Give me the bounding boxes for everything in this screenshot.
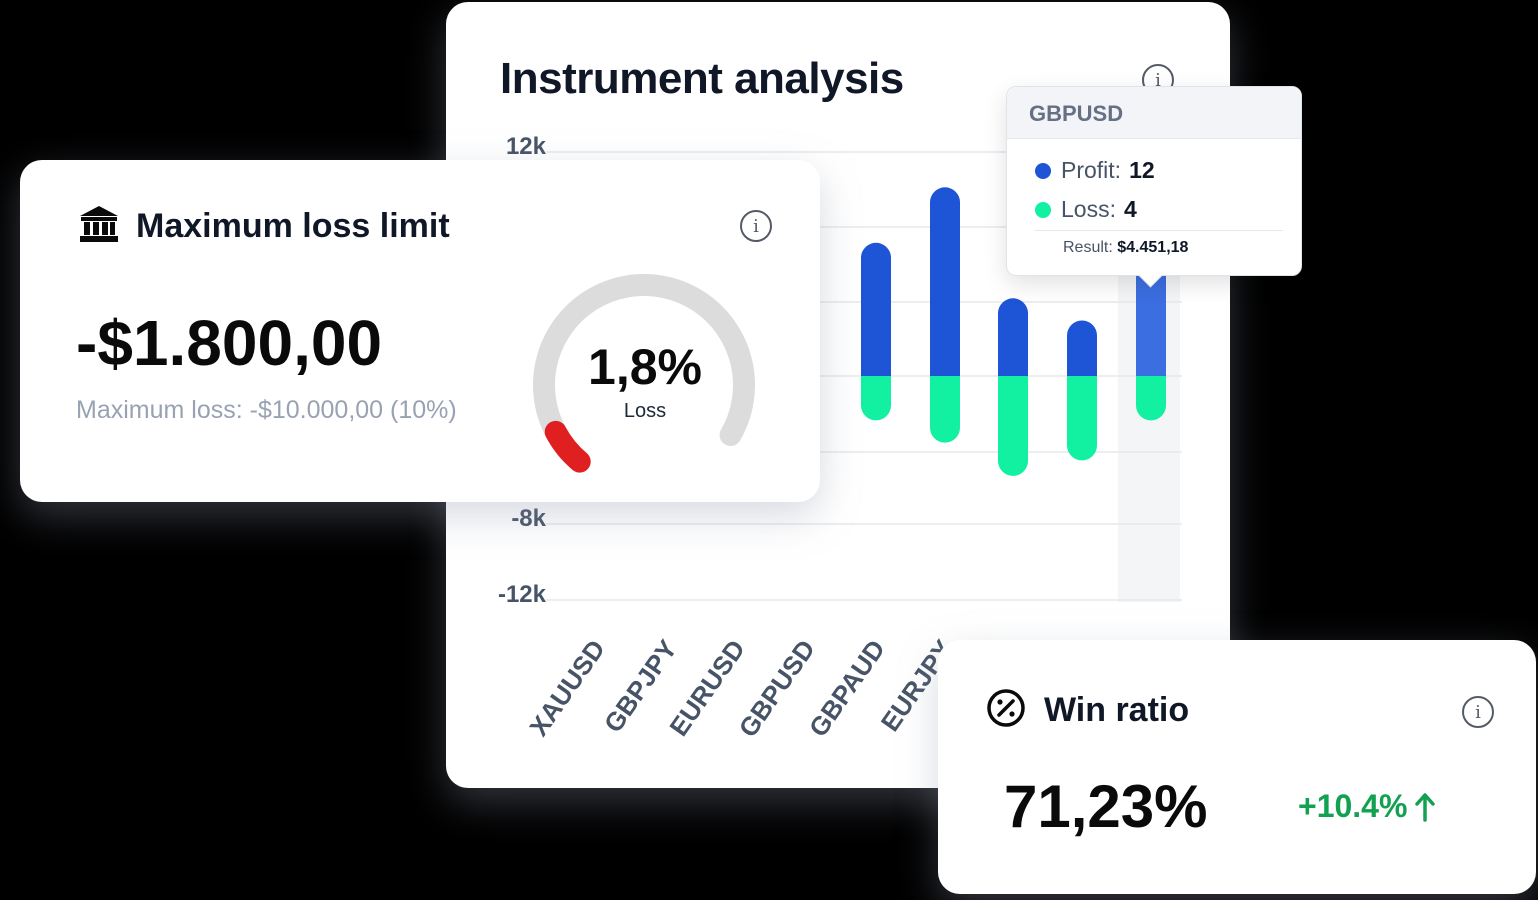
tooltip-result-value: $4.451,18 (1117, 239, 1189, 256)
y-tick-label: 12k (506, 133, 547, 160)
tooltip-loss-value: 4 (1123, 196, 1137, 222)
loss-gauge (533, 274, 755, 473)
gauge-value: 1,8% (588, 339, 702, 395)
tooltip-result: Result: $4.451,18 (1063, 239, 1188, 257)
profit-bar[interactable] (930, 187, 960, 376)
gauge-fill (544, 420, 591, 473)
tooltip-profit-value: 12 (1129, 157, 1155, 183)
maximum-loss-card: Maximum loss limit i -$1.800,00 Maximum … (20, 160, 820, 502)
win-ratio-change-text: +10.4% (1298, 788, 1408, 824)
info-icon[interactable]: i (1462, 696, 1494, 728)
gauge-label: Loss (623, 400, 667, 422)
win-ratio-change: +10.4% (1298, 788, 1436, 825)
tooltip-title: GBPUSD (1007, 87, 1301, 139)
x-tick-label: XAUUSD (523, 634, 611, 741)
tooltip-result-label: Result: (1063, 239, 1113, 256)
profit-bar[interactable] (998, 298, 1028, 376)
tooltip-loss-row: Loss: 4 (1035, 196, 1137, 223)
loss-bar[interactable] (998, 376, 1028, 476)
win-ratio-value: 71,23% (1004, 773, 1208, 840)
profit-bar[interactable] (861, 242, 891, 376)
tooltip-profit-row: Profit: 12 (1035, 157, 1155, 184)
tooltip-loss-label: Loss: (1061, 196, 1116, 222)
tooltip-divider (1035, 230, 1283, 231)
tooltip-profit-label: Profit: (1061, 157, 1122, 183)
win-ratio-card: Win ratio i 71,23% +10.4% (938, 640, 1536, 894)
chart-tooltip: GBPUSD Profit: 12 Loss: 4 Result: $4.451… (1006, 86, 1302, 288)
arrow-up-icon (1415, 792, 1436, 822)
loss-bar[interactable] (930, 376, 960, 443)
loss-bar[interactable] (1067, 376, 1097, 461)
percent-icon (986, 688, 1026, 733)
y-tick-label: -8k (511, 505, 546, 532)
profit-legend-dot (1035, 162, 1051, 179)
profit-bar[interactable] (1067, 320, 1097, 377)
loss-bar[interactable] (1136, 376, 1166, 421)
win-card-header: Win ratio (986, 688, 1189, 733)
loss-legend-dot (1035, 201, 1051, 218)
y-tick-label: -12k (498, 581, 547, 608)
win-card-title: Win ratio (1044, 691, 1190, 729)
loss-bar[interactable] (861, 376, 891, 421)
